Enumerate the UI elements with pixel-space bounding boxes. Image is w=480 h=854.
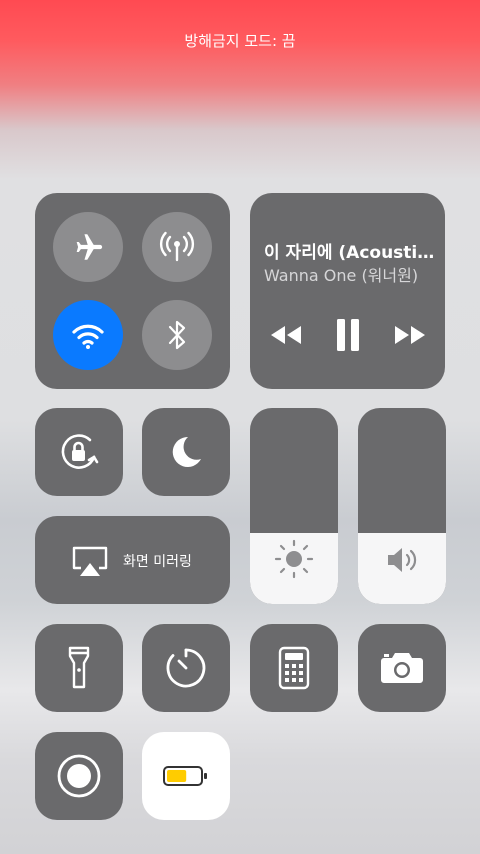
calculator-icon — [250, 624, 338, 712]
speaker-icon — [378, 538, 426, 582]
timer-icon — [142, 624, 230, 712]
orientation-lock-icon — [35, 408, 123, 496]
battery-icon — [142, 732, 230, 820]
fast-forward-icon — [395, 326, 425, 344]
wifi-toggle[interactable] — [53, 300, 123, 370]
wifi-icon — [72, 324, 104, 349]
song-artist: Wanna One (워너원) — [264, 266, 419, 285]
flashlight-icon — [35, 624, 123, 712]
battery-level-fill — [167, 770, 187, 782]
airplay-icon — [68, 542, 112, 580]
pause-icon — [337, 319, 359, 351]
bluetooth-toggle[interactable] — [142, 300, 212, 370]
now-playing-panel[interactable] — [250, 193, 445, 389]
next-track-button[interactable] — [390, 320, 430, 350]
bluetooth-icon — [168, 320, 186, 350]
dnd-status-text: 방해금지 모드: 끔 — [184, 32, 296, 50]
screen-mirroring-label: 화면 미러링 — [123, 554, 192, 570]
play-pause-button[interactable] — [328, 314, 368, 356]
antenna-icon — [159, 231, 195, 262]
moon-icon — [142, 408, 230, 496]
rewind-icon — [271, 326, 301, 344]
previous-track-button[interactable] — [266, 320, 306, 350]
sun-icon — [266, 534, 322, 584]
camera-icon — [358, 624, 446, 712]
record-icon — [35, 732, 123, 820]
airplane-icon — [76, 234, 103, 260]
cellular-data-toggle[interactable] — [142, 212, 212, 282]
song-title: 이 자리에 (Acoustic... — [264, 243, 442, 263]
airplane-mode-toggle[interactable] — [53, 212, 123, 282]
